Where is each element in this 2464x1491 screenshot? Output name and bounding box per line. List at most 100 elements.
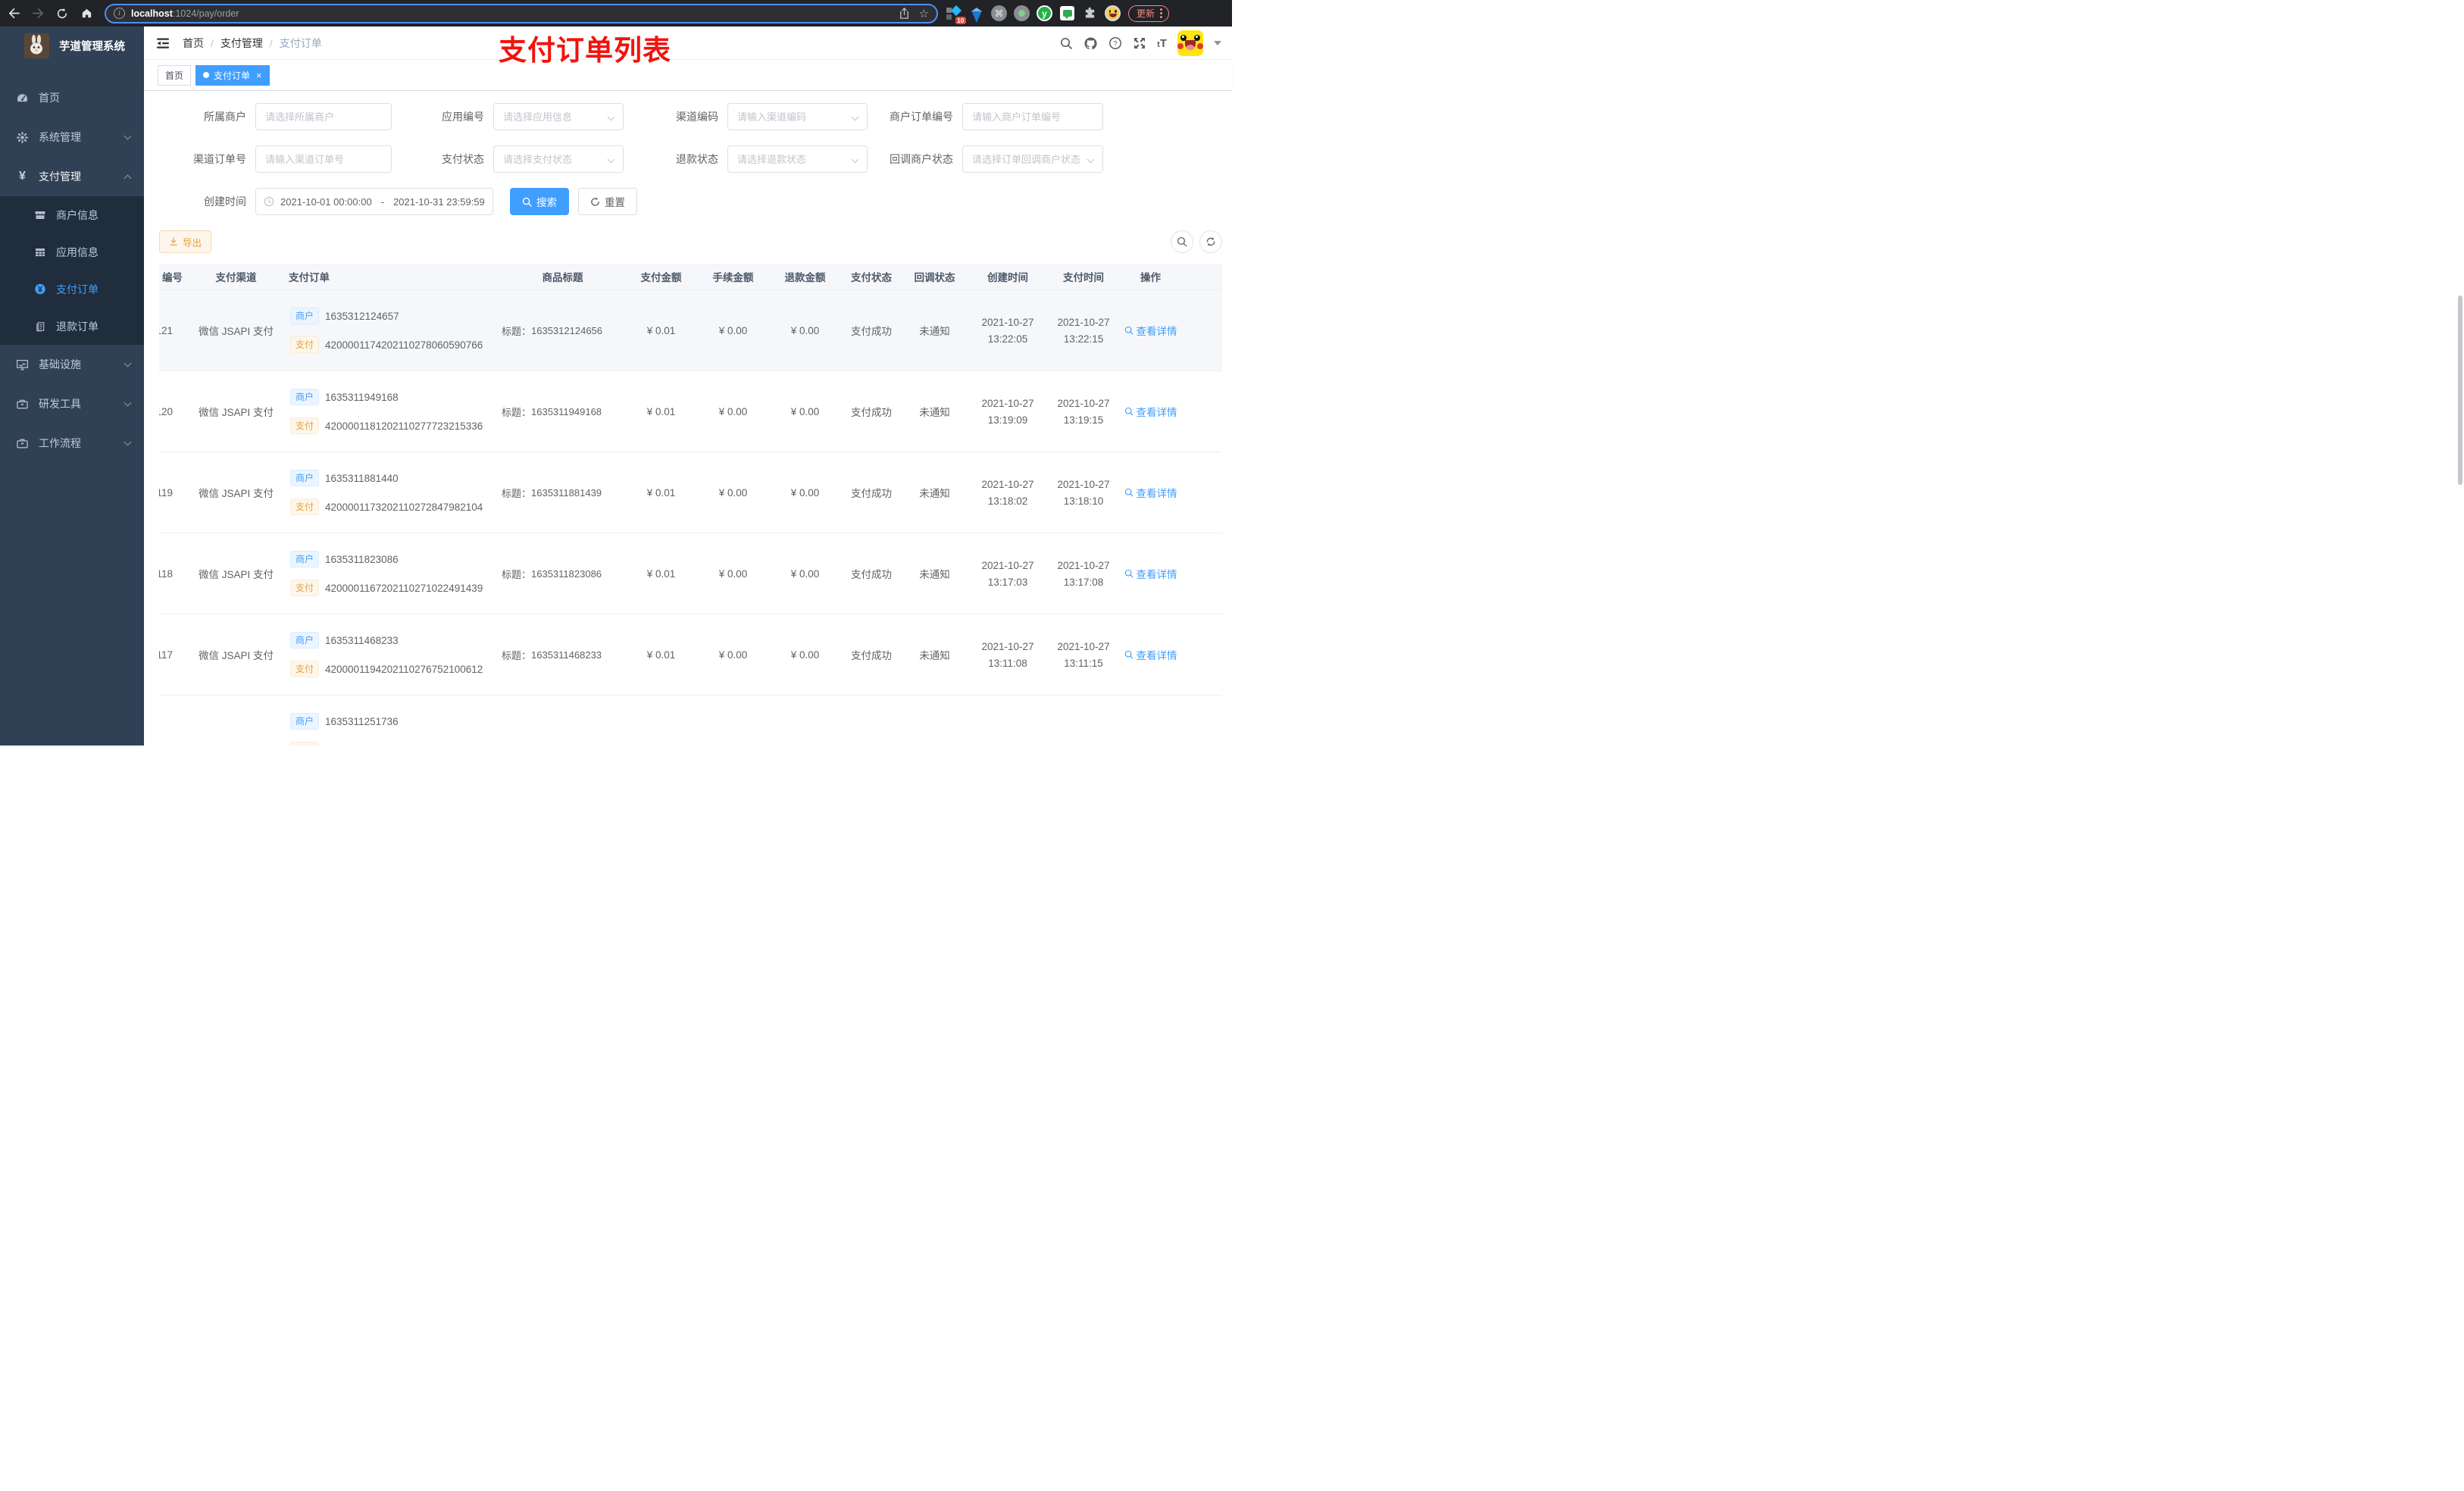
extension-chat-icon[interactable] <box>1059 5 1075 21</box>
sidebar-item-pay-order[interactable]: 支付订单 <box>0 270 144 308</box>
yen-icon: ¥ <box>19 170 26 183</box>
app-logo-row[interactable]: 芋道管理系统 <box>0 27 144 64</box>
font-size-icon[interactable]: tT <box>1157 37 1167 50</box>
chevron-down-icon <box>124 132 132 140</box>
address-bar[interactable]: i localhost:1024/pay/order ☆ <box>105 3 938 23</box>
browser-back-icon[interactable] <box>3 3 24 24</box>
view-detail-link[interactable]: 查看详情 <box>1124 323 1177 338</box>
breadcrumb-home[interactable]: 首页 <box>183 36 204 51</box>
yen-circle-icon <box>34 283 46 295</box>
grid-icon <box>34 246 46 258</box>
sidebar-item-label: 基础设施 <box>39 358 81 370</box>
toolbox-icon <box>16 398 29 411</box>
refund-status-select[interactable] <box>728 146 867 172</box>
tab-home[interactable]: 首页 <box>158 64 192 86</box>
chrome-menu-icon[interactable] <box>1160 8 1163 18</box>
sidebar-item-dev-tools[interactable]: 研发工具 <box>0 384 144 424</box>
merchant-tag: 商户 <box>290 308 320 324</box>
github-icon[interactable] <box>1083 36 1098 51</box>
breadcrumb-payment[interactable]: 支付管理 <box>220 36 263 51</box>
merchant-tag: 商户 <box>290 632 320 649</box>
export-button[interactable]: 导出 <box>159 230 212 253</box>
document-icon <box>34 320 46 333</box>
show-search-toggle-button[interactable] <box>1171 230 1193 253</box>
merchant-select[interactable] <box>256 104 391 130</box>
extensions-puzzle-icon[interactable] <box>1082 5 1098 21</box>
sidebar-collapse-icon[interactable] <box>155 36 170 51</box>
extension-kite-icon[interactable] <box>968 5 984 23</box>
page-scrollbar[interactable] <box>2458 295 2462 485</box>
view-detail-link[interactable]: 查看详情 <box>1124 404 1177 419</box>
extension-dot-icon[interactable] <box>1014 5 1030 21</box>
sidebar-item-home[interactable]: 首页 <box>0 78 144 117</box>
table-row[interactable]: 120 微信 JSAPI 支付 商户1635311949168 支付420000… <box>159 371 1222 452</box>
filter-label-merchant: 所属商户 <box>204 111 246 123</box>
sidebar-item-infra[interactable]: 基础设施 <box>0 345 144 384</box>
chevron-down-icon <box>124 399 132 407</box>
sidebar-item-system[interactable]: 系统管理 <box>0 117 144 157</box>
extension-diamond-icon[interactable]: 10 <box>946 5 966 24</box>
channel-code-select[interactable] <box>728 104 867 130</box>
filter-label-notify-status: 回调商户状态 <box>890 153 953 165</box>
extension-y-icon[interactable]: y <box>1037 5 1052 21</box>
page-content: 所属商户 应用编号 渠道编码 商户订单编号 <box>144 91 1232 746</box>
profile-emoji-icon[interactable] <box>1105 5 1121 21</box>
tab-pay-order[interactable]: 支付订单 × <box>195 64 270 86</box>
pay-tag: 支付 <box>290 661 320 677</box>
bookmark-star-icon[interactable]: ☆ <box>919 7 929 20</box>
search-icon[interactable] <box>1059 36 1073 50</box>
app-select[interactable] <box>494 104 623 130</box>
sidebar-item-refund-order[interactable]: 退款订单 <box>0 308 144 345</box>
share-icon[interactable] <box>899 7 910 20</box>
orders-table: 编号 支付渠道 支付订单 商品标题 支付金额 手续金额 退款金额 支付状态 回调… <box>159 264 1222 746</box>
create-time-range-picker[interactable]: 2021-10-01 00:00:00 - 2021-10-31 23:59:5… <box>255 188 493 215</box>
view-detail-link[interactable]: 查看详情 <box>1124 566 1177 581</box>
browser-chrome: i localhost:1024/pay/order ☆ 10 ⌘ y 更新 <box>0 0 1232 27</box>
chrome-update-button[interactable]: 更新 <box>1128 5 1170 22</box>
user-avatar[interactable] <box>1177 30 1203 56</box>
channel-order-no-input[interactable] <box>256 146 391 172</box>
sidebar-item-app-info[interactable]: 应用信息 <box>0 233 144 270</box>
pay-tag: 支付 <box>290 336 320 353</box>
filter-label-pay-status: 支付状态 <box>442 153 484 165</box>
table-row[interactable]: 商户1635311251736 支付 <box>159 695 1222 746</box>
site-info-icon[interactable]: i <box>114 8 125 19</box>
sidebar-item-merchant-info[interactable]: 商户信息 <box>0 196 144 233</box>
sidebar-item-workflow[interactable]: 工作流程 <box>0 424 144 463</box>
pay-status: 支付成功 <box>851 326 892 337</box>
sidebar-item-label: 支付订单 <box>56 283 98 295</box>
refresh-table-button[interactable] <box>1199 230 1222 253</box>
table-row[interactable]: 118 微信 JSAPI 支付 商户1635311823086 支付420000… <box>159 533 1222 614</box>
reset-button[interactable]: 重置 <box>578 188 637 215</box>
chevron-down-icon <box>124 359 132 367</box>
table-row[interactable]: 117 微信 JSAPI 支付 商户1635311468233 支付420000… <box>159 614 1222 695</box>
filter-label-channel-order-no: 渠道订单号 <box>193 153 246 165</box>
pay-status-select[interactable] <box>494 146 623 172</box>
table-row[interactable]: 121 微信 JSAPI 支付 商户1635312124657 支付420000… <box>159 290 1222 371</box>
sidebar-item-payment[interactable]: ¥ 支付管理 <box>0 157 144 196</box>
view-detail-link[interactable]: 查看详情 <box>1124 647 1177 662</box>
briefcase-icon <box>16 437 29 450</box>
fullscreen-icon[interactable] <box>1133 36 1146 50</box>
view-detail-link[interactable]: 查看详情 <box>1124 485 1177 500</box>
merchant-order-no-input[interactable] <box>963 104 1102 130</box>
notify-status: 未通知 <box>919 326 950 337</box>
extension-command-icon[interactable]: ⌘ <box>991 5 1007 21</box>
merchant-tag: 商户 <box>290 551 320 567</box>
avatar-caret-icon[interactable] <box>1214 41 1221 45</box>
browser-forward-icon[interactable] <box>27 3 48 24</box>
sidebar-item-label: 系统管理 <box>39 131 81 143</box>
search-button[interactable]: 搜索 <box>510 188 569 215</box>
help-icon[interactable]: ? <box>1108 36 1122 50</box>
tab-close-icon[interactable]: × <box>256 70 262 81</box>
tags-view-bar: 首页 支付订单 × <box>144 60 1232 91</box>
date-start-value: 2021-10-01 00:00:00 <box>280 195 372 208</box>
browser-reload-icon[interactable] <box>52 3 73 24</box>
notify-status-select[interactable] <box>963 146 1102 172</box>
active-dot <box>203 72 210 78</box>
pay-status: 支付成功 <box>851 488 892 499</box>
browser-home-icon[interactable] <box>76 3 97 24</box>
table-header: 编号 支付渠道 支付订单 商品标题 支付金额 手续金额 退款金额 支付状态 回调… <box>159 264 1222 290</box>
extension-toolbar: 10 ⌘ y <box>946 5 1121 24</box>
table-row[interactable]: 119 微信 JSAPI 支付 商户1635311881440 支付420000… <box>159 452 1222 533</box>
